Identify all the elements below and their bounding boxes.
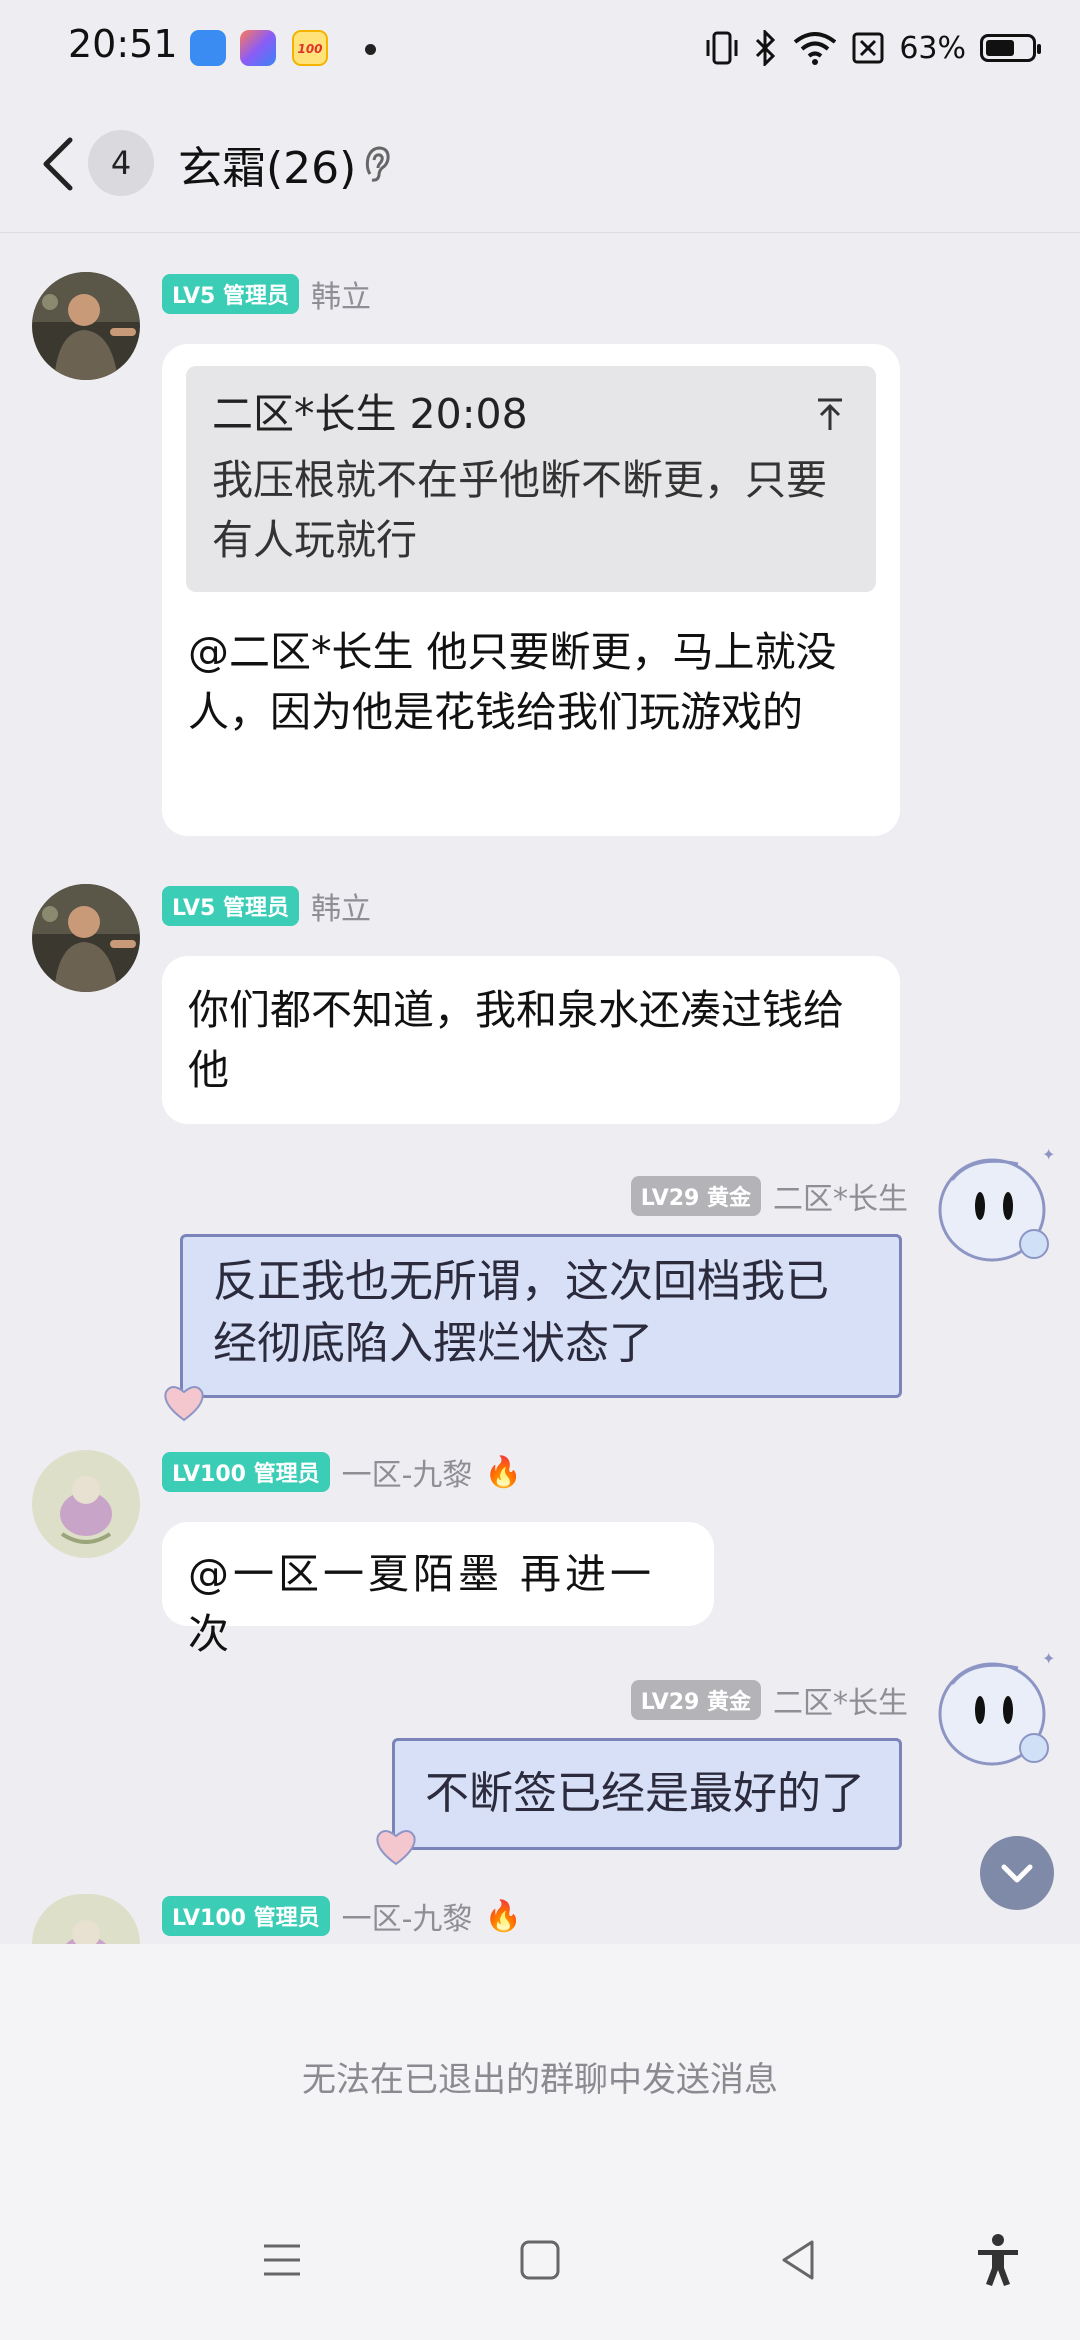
chevron-left-icon[interactable] [34,132,86,196]
system-nav-bar [0,2176,1080,2340]
score-100-app-icon: 100 [292,30,328,66]
menu-icon[interactable] [252,2230,312,2290]
message-text: @二区*长生 他只要断更，马上就没人，因为他是花钱给我们玩游戏的 [188,628,837,736]
sender-meta: LV5 管理员 韩立 [162,272,371,316]
unread-count-badge[interactable]: 4 [88,130,154,196]
mascot-avatar[interactable]: ✦ [922,1644,1062,1774]
message-text: @一区一夏陌墨 再进一次 [188,1550,656,1658]
status-bar: 20:51 100 63% [0,0,1080,96]
home-icon[interactable] [510,2230,570,2290]
sender-name[interactable]: 韩立 [311,884,371,928]
message-text: 你们都不知道，我和泉水还凑过钱给他 [188,986,844,1094]
svg-text:✦: ✦ [1042,1145,1055,1164]
heart-decoration-icon [376,1830,416,1866]
notification-dot [365,44,376,55]
bluetooth-icon [756,30,776,66]
page-title[interactable]: 玄霜(26) [178,132,356,196]
level-badge: LV5 管理员 [162,886,299,926]
avatar[interactable] [32,1450,140,1558]
message-bubble[interactable]: 你们都不知道，我和泉水还凑过钱给他 [162,956,900,1124]
sender-name[interactable]: 一区-九黎 [342,1450,473,1494]
quote-author-time: 二区*长生 20:08 [212,390,528,438]
sender-name[interactable]: 一区-九黎 [342,1894,473,1938]
level-badge: LV29 黄金 [630,1680,761,1720]
message-bubble[interactable]: 反正我也无所谓，这次回档我已经彻底陷入摆烂状态了 [180,1234,902,1398]
svg-text:✦: ✦ [1042,1649,1055,1668]
sender-name[interactable]: 二区*长生 [773,1174,908,1218]
sender-meta: LV29 黄金 二区*长生 [630,1678,908,1722]
chevron-down-icon [1001,1864,1033,1883]
battery-percent: 63% [899,30,966,66]
level-badge: LV5 管理员 [162,274,299,314]
sender-meta: LV29 黄金 二区*长生 [630,1174,908,1218]
scroll-to-bottom-button[interactable] [980,1836,1054,1910]
quote-text: 我压根就不在乎他断不断更，只要有人玩就行 [212,456,827,564]
level-badge: LV29 黄金 [630,1176,761,1216]
status-time: 20:51 [68,22,178,66]
message-bubble[interactable]: @一区一夏陌墨 再进一次 [162,1522,714,1658]
chat-header: 4 玄霜(26) [0,96,1080,233]
sender-name[interactable]: 二区*长生 [773,1678,908,1722]
sender-meta: LV100 管理员 一区-九黎 🔥 [162,1894,522,1938]
fire-icon: 🔥 [484,1898,522,1934]
avatar[interactable] [32,884,140,992]
message-bubble[interactable]: 不断签已经是最好的了 [392,1738,902,1850]
wifi-icon [794,32,837,65]
level-badge: LV100 管理员 [162,1896,330,1936]
quoted-message[interactable]: 二区*长生 20:08 我压根就不在乎他断不断更，只要有人玩就行 [186,366,876,592]
cannot-send-notice: 无法在已退出的群聊中发送消息 [302,2060,778,2100]
mascot-avatar[interactable]: ✦ [922,1140,1062,1270]
star-app-icon [240,30,276,66]
sender-meta: LV5 管理员 韩立 [162,884,371,928]
level-badge: LV100 管理员 [162,1452,330,1492]
jump-to-top-icon[interactable] [810,394,850,434]
back-triangle-icon[interactable] [768,2230,828,2290]
feather-app-icon [190,30,226,66]
ear-icon [365,146,390,182]
fire-icon: 🔥 [484,1454,522,1490]
vibrate-icon [706,31,738,65]
status-icons: 63% [705,26,1041,70]
avatar[interactable] [32,272,140,380]
sender-meta: LV100 管理员 一区-九黎 🔥 [162,1450,522,1494]
no-sim-icon [852,32,884,64]
input-area-disabled: 无法在已退出的群聊中发送消息 [0,1944,1080,2176]
message-text: 不断签已经是最好的了 [425,1768,865,1819]
message-bubble[interactable]: 二区*长生 20:08 我压根就不在乎他断不断更，只要有人玩就行 @二区*长生 … [162,344,900,836]
heart-decoration-icon [164,1386,204,1422]
svg-text:100: 100 [297,42,322,56]
battery-icon [980,34,1041,62]
sender-name[interactable]: 韩立 [311,272,371,316]
avatar[interactable] [32,1894,140,1944]
message-text: 反正我也无所谓，这次回档我已经彻底陷入摆烂状态了 [213,1256,829,1369]
accessibility-icon[interactable] [968,2230,1028,2290]
